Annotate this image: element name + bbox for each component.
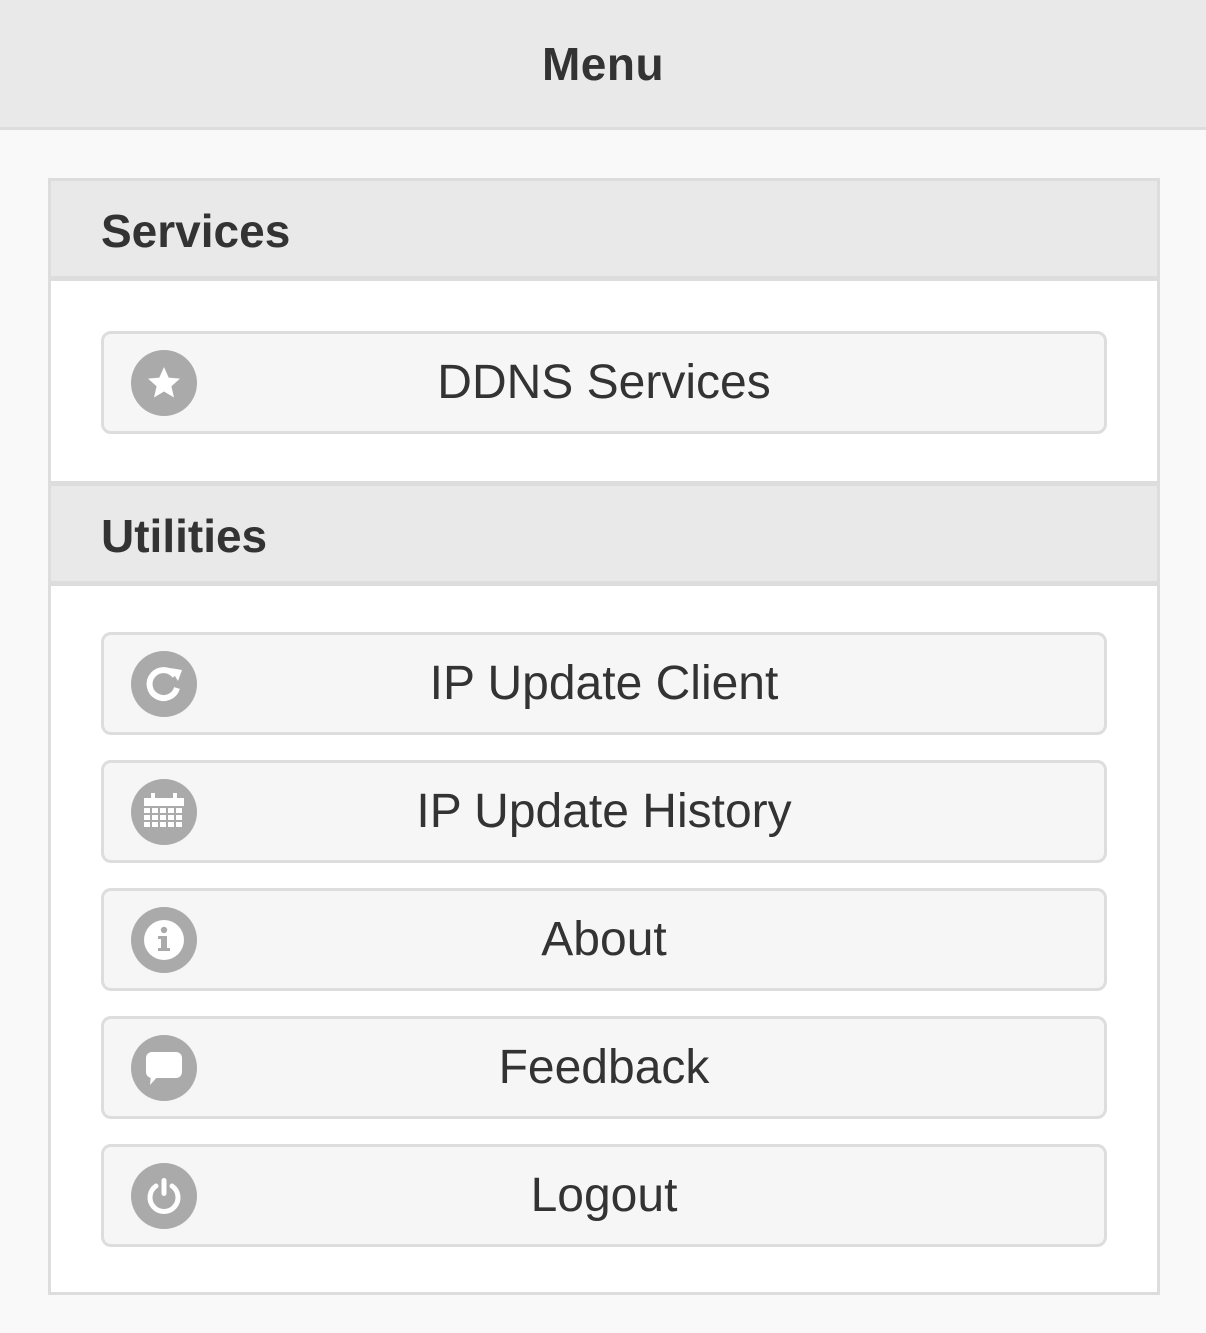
comment-icon: [131, 1034, 197, 1101]
ip-update-client-button[interactable]: IP Update Client: [101, 632, 1107, 735]
power-icon: [131, 1162, 197, 1229]
logout-button[interactable]: Logout: [101, 1144, 1107, 1247]
section-header-services: Services: [51, 181, 1157, 281]
section-header-utilities: Utilities: [51, 481, 1157, 586]
ddns-services-button[interactable]: DDNS Services: [101, 331, 1107, 434]
ip-update-history-button[interactable]: IP Update History: [101, 760, 1107, 863]
logout-label: Logout: [530, 1169, 678, 1222]
section-title-utilities: Utilities: [101, 510, 268, 562]
refresh-icon: [131, 650, 197, 717]
ip-update-client-label: IP Update Client: [429, 657, 779, 710]
page-title: Menu: [541, 37, 665, 90]
feedback-label: Feedback: [498, 1041, 710, 1094]
calendar-icon: [131, 778, 197, 845]
menu-panel: Services DDNS Services Utilities IP Upda…: [48, 178, 1160, 1295]
ip-update-history-label: IP Update History: [416, 785, 792, 838]
about-button[interactable]: About: [101, 888, 1107, 991]
ddns-services-label: DDNS Services: [437, 356, 771, 409]
section-title-services: Services: [101, 205, 291, 257]
about-label: About: [541, 913, 667, 966]
menu-header: Menu: [0, 0, 1206, 130]
star-icon: [131, 349, 197, 416]
feedback-button[interactable]: Feedback: [101, 1016, 1107, 1119]
info-icon: [131, 906, 197, 973]
